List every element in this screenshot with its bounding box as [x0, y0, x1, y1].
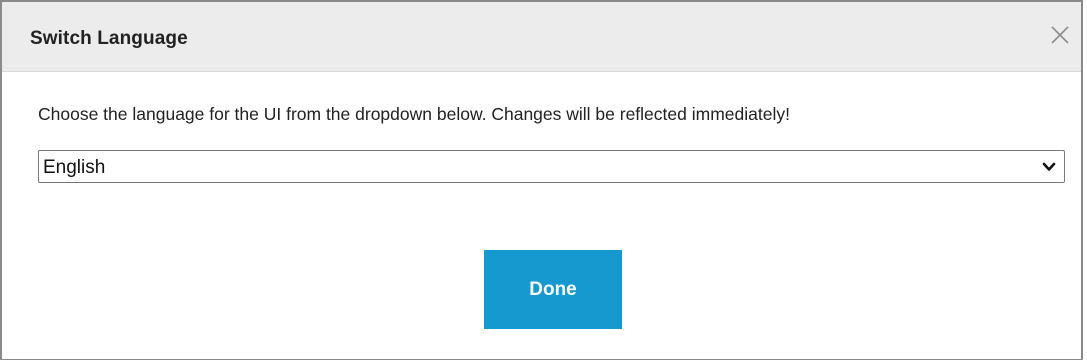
switch-language-dialog: Switch Language Choose the language for … [0, 0, 1083, 360]
dialog-title: Switch Language [30, 28, 188, 49]
instruction-text: Choose the language for the UI from the … [38, 104, 790, 124]
done-button[interactable]: Done [484, 250, 622, 329]
language-select-value: English [43, 157, 106, 178]
close-icon [1051, 26, 1069, 44]
done-button-label: Done [529, 278, 577, 300]
language-select[interactable]: English [38, 150, 1065, 183]
dialog-header: Switch Language [2, 2, 1081, 72]
close-button[interactable] [1047, 22, 1073, 48]
chevron-down-icon [1042, 162, 1056, 171]
